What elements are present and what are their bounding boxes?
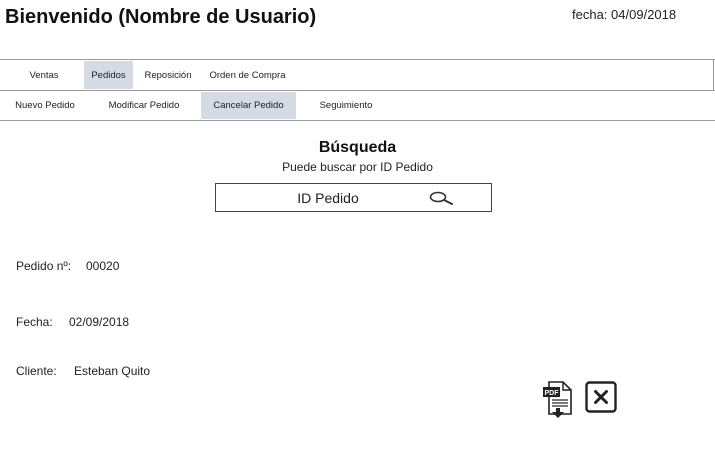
tab-modificar-pedido[interactable]: Modificar Pedido bbox=[101, 92, 187, 119]
svg-text:PDF: PDF bbox=[545, 390, 560, 397]
order-date-label: Fecha: bbox=[16, 315, 53, 329]
tab-orden-de-compra[interactable]: Orden de Compra bbox=[205, 61, 290, 89]
order-client-label: Cliente: bbox=[16, 364, 57, 378]
tab-seguimiento[interactable]: Seguimiento bbox=[310, 92, 382, 119]
search-icon[interactable] bbox=[428, 190, 456, 206]
search-hint: Puede buscar por ID Pedido bbox=[282, 160, 433, 174]
tab-cancelar-pedido[interactable]: Cancelar Pedido bbox=[201, 92, 296, 119]
search-heading: Búsqueda bbox=[318, 139, 397, 156]
header-date: fecha: 04/09/2018 bbox=[572, 7, 676, 22]
tab-reposicion[interactable]: Reposición bbox=[137, 61, 199, 89]
pdf-download-icon[interactable]: PDF bbox=[541, 380, 575, 420]
tab-ventas[interactable]: Ventas bbox=[18, 61, 70, 89]
order-number-value: 00020 bbox=[86, 259, 120, 273]
divider bbox=[713, 60, 714, 90]
order-client-value: Esteban Quito bbox=[74, 364, 151, 378]
order-number-label: Pedido nº: bbox=[16, 259, 72, 273]
search-box bbox=[215, 183, 492, 212]
divider bbox=[0, 59, 715, 60]
date-label: fecha: bbox=[572, 7, 608, 22]
tab-nuevo-pedido[interactable]: Nuevo Pedido bbox=[8, 92, 82, 119]
tab-pedidos[interactable]: Pedidos bbox=[84, 61, 133, 89]
date-value: 04/09/2018 bbox=[611, 7, 677, 22]
close-icon[interactable] bbox=[585, 381, 617, 413]
welcome-title: Bienvenido (Nombre de Usuario) bbox=[5, 6, 317, 28]
divider bbox=[0, 120, 715, 121]
order-date-value: 02/09/2018 bbox=[69, 315, 130, 329]
search-input[interactable] bbox=[217, 185, 427, 210]
divider bbox=[0, 90, 715, 91]
